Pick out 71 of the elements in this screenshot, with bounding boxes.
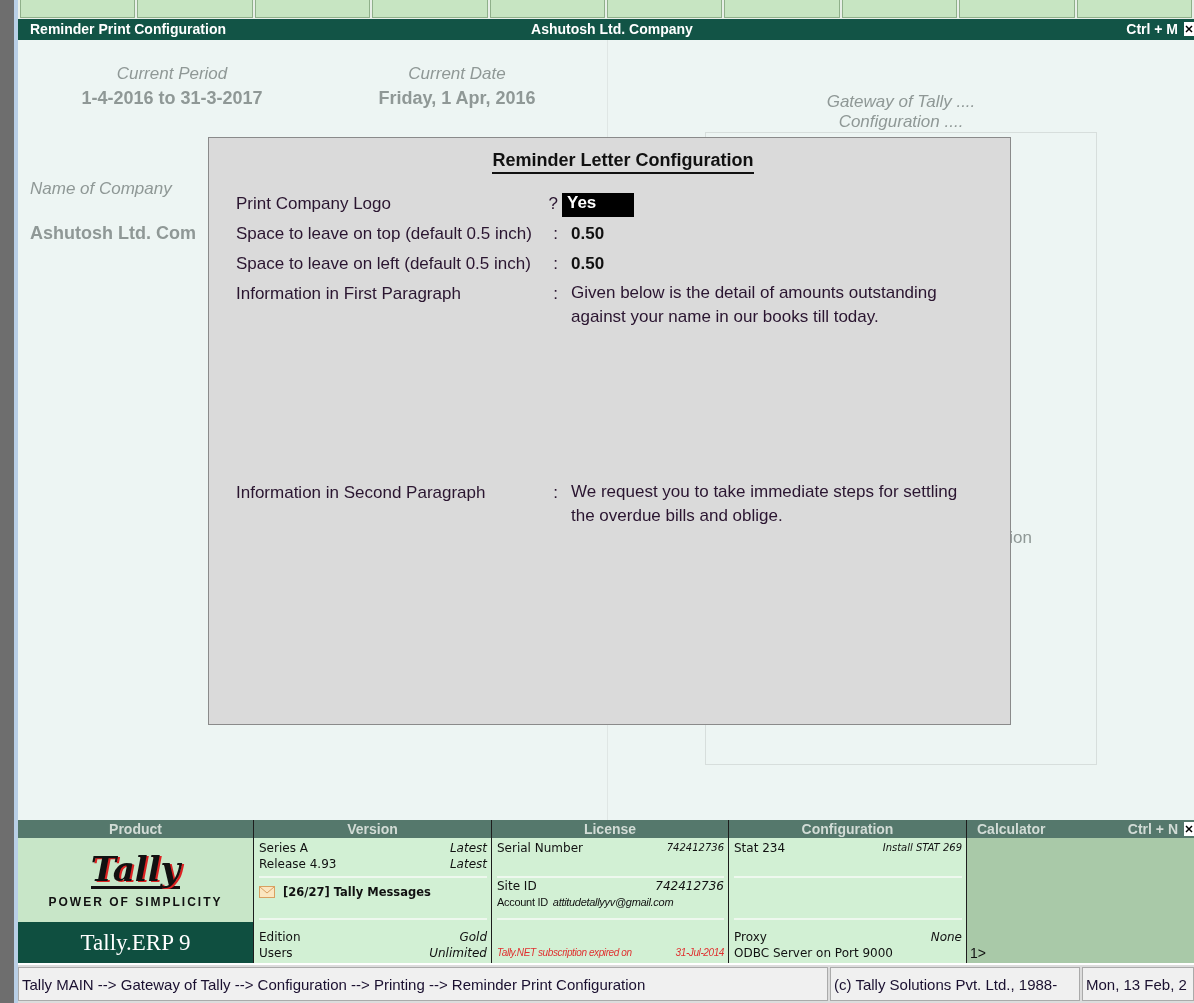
- shortcut-label: Ctrl + M: [1126, 21, 1178, 38]
- column-header: Configuration: [729, 820, 966, 839]
- info-label: Series A: [259, 840, 308, 857]
- column-header: License: [492, 820, 728, 839]
- info-label: ODBC Server on Port 9000: [734, 945, 893, 962]
- field-label: Space to leave on left (default 0.5 inch): [236, 253, 532, 275]
- separator: :: [552, 482, 559, 504]
- toolbar-tab[interactable]: [841, 0, 958, 18]
- calculator-prompt[interactable]: 1>: [970, 945, 986, 962]
- company-value: Ashutosh Ltd. Com: [30, 222, 196, 244]
- info-value: attitudetallyyv@gmail.com: [552, 895, 674, 911]
- info-label: Serial Number: [497, 840, 583, 857]
- info-label: Edition: [259, 929, 301, 946]
- close-icon[interactable]: [1184, 22, 1194, 37]
- field-label: Information in First Paragraph: [236, 283, 462, 305]
- date-label: Current Date: [408, 63, 506, 84]
- toolbar-tab[interactable]: [20, 0, 136, 18]
- info-label: Site ID: [497, 878, 537, 895]
- field-label: Space to leave on top (default 0.5 inch): [236, 223, 533, 245]
- period-label: Current Period: [116, 63, 228, 84]
- breadcrumb-path: Tally MAIN --> Gateway of Tally --> Configuration --> Printing --> Reminder Print Configuration: [18, 967, 828, 1001]
- info-value: Install STAT 269: [882, 841, 962, 856]
- company-title: Ashutosh Ltd. Company: [531, 21, 693, 38]
- column-header: Product: [18, 820, 253, 839]
- field-value[interactable]: 0.50: [562, 223, 982, 254]
- company-label: Name of Company: [30, 178, 172, 199]
- info-label: Release 4.93: [259, 856, 337, 873]
- toolbar-tab[interactable]: [137, 0, 253, 18]
- notice-date: 31-Jul-2014: [675, 946, 724, 961]
- info-value: Gold: [459, 929, 487, 946]
- toolbar-tab[interactable]: [489, 0, 606, 18]
- info-label: Account ID: [497, 895, 548, 911]
- field-label: Information in Second Paragraph: [236, 482, 487, 504]
- envelope-icon: [259, 886, 275, 899]
- screen-title: Reminder Print Configuration: [30, 21, 227, 38]
- logo-text: Tally: [90, 851, 181, 889]
- field-value[interactable]: Yes: [562, 192, 634, 217]
- info-value: None: [930, 929, 962, 946]
- copyright-text: (c) Tally Solutions Pvt. Ltd., 1988-: [830, 967, 1080, 1001]
- shortcut-label: Ctrl + N: [1127, 821, 1178, 838]
- separator: ?: [547, 193, 559, 215]
- separator: :: [552, 253, 559, 275]
- tagline: POWER OF SIMPLICITY: [48, 894, 223, 909]
- separator: :: [552, 283, 559, 305]
- toolbar-tab[interactable]: [254, 0, 371, 18]
- info-label: Stat 234: [734, 840, 786, 857]
- info-value: Latest: [449, 856, 487, 873]
- close-icon[interactable]: [1184, 822, 1194, 837]
- calculator-title: Calculator: [977, 821, 1046, 838]
- column-header: Version: [254, 820, 491, 839]
- info-value: 742412736: [655, 878, 724, 895]
- date-text: Mon, 13 Feb, 2: [1082, 967, 1194, 1001]
- toolbar-tab[interactable]: [959, 0, 1075, 18]
- menu-heading: Configuration ....: [838, 111, 964, 132]
- info-value: Latest: [449, 840, 487, 857]
- info-label: Users: [259, 945, 293, 962]
- toolbar-tab[interactable]: [724, 0, 840, 18]
- info-value: Unlimited: [429, 945, 487, 962]
- info-label: Proxy: [734, 929, 767, 946]
- notice-text: Tally.NET subscription expired on: [497, 946, 632, 961]
- toolbar-tab[interactable]: [607, 0, 723, 18]
- date-value: Friday, 1 Apr, 2016: [378, 87, 536, 109]
- separator: :: [552, 223, 559, 245]
- dialog-title: Reminder Letter Configuration: [492, 149, 754, 174]
- product-name: Tally.ERP 9: [18, 922, 253, 964]
- messages-link[interactable]: [26/27] Tally Messages: [283, 884, 431, 901]
- info-value: 742412736: [666, 841, 724, 856]
- period-value: 1-4-2016 to 31-3-2017: [81, 87, 263, 109]
- field-label: Print Company Logo: [236, 193, 392, 215]
- toolbar-tab[interactable]: [372, 0, 488, 18]
- menu-heading: Gateway of Tally ....: [826, 91, 976, 112]
